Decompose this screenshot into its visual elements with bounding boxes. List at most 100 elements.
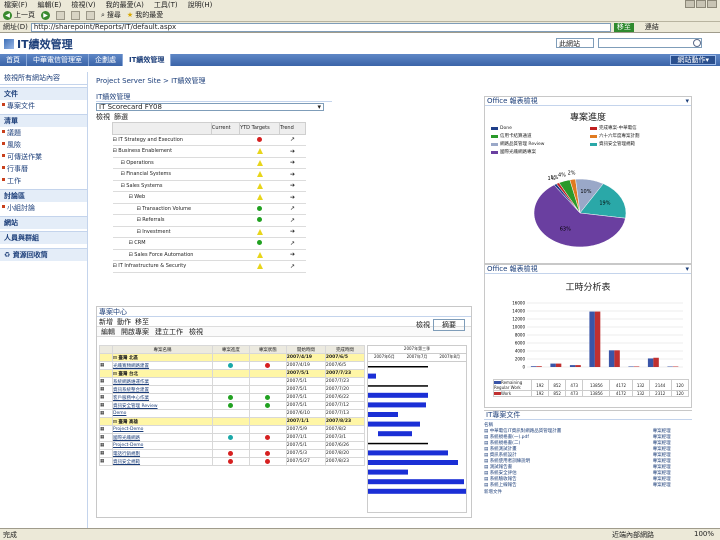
stop-icon[interactable] [56,10,65,20]
scorecard-view-button[interactable]: 檢視 [96,112,110,122]
scorecard-row[interactable]: ⊟ CRM ↗ [112,237,306,250]
gantt-bar[interactable] [368,450,448,456]
gantt-bar[interactable] [368,421,420,427]
back-button[interactable]: ◀ 上一頁 [3,10,35,20]
scorecard-select[interactable]: IT Scorecard FY08 ▾ [96,103,324,111]
gantt-bar[interactable] [368,469,408,475]
edit-project-button[interactable]: 編輯 [101,327,115,337]
scorecard-row[interactable]: ⊟ Sales Systems ➔ [112,180,306,192]
forward-arrow-icon[interactable]: ▶ [41,10,50,20]
build-team-button[interactable]: 建立工作 [155,327,183,337]
project-row[interactable]: ▦ Demo 2007/6/10 2007/7/13 [98,409,366,418]
project-name[interactable]: Project-Demo [114,443,144,448]
quick-launch-item[interactable]: 工作 [0,175,87,187]
quick-launch-item[interactable]: 風險 [0,139,87,151]
gantt-bar[interactable] [368,460,458,465]
address-input[interactable]: http://sharepoint/Reports/IT/default.asp… [30,22,611,32]
project-row[interactable]: ▦ 客戶服務中心作業 2007/5/1 2007/6/22 [98,393,366,402]
chevron-down-icon[interactable]: ▾ [685,265,689,273]
project-row[interactable]: ▦ 系統網路維運作業 2007/5/1 2007/7/23 [98,377,366,386]
gantt-bar[interactable] [368,488,466,494]
site-title[interactable]: IT績效管理 [17,36,73,52]
project-row[interactable]: ▦ 國際光纖網路 2007/1/1 2007/3/1 [98,433,366,442]
close-button[interactable] [707,0,717,8]
quick-launch-heading[interactable]: 人員與群組 [0,231,87,244]
recycle-bin-link[interactable]: ♻ 資源回收筒 [0,248,87,261]
quick-launch-heading[interactable]: 清單 [0,114,87,127]
project-name[interactable]: 資訊安全管理 Review [114,404,158,409]
actions-menu[interactable]: 動作 [117,317,131,327]
add-document-link[interactable]: 新增文件 [484,489,692,495]
quick-launch-item[interactable]: 議題 [0,127,87,139]
favorites-button[interactable]: ★ 我的最愛 [127,10,163,20]
quick-launch-heading[interactable]: 文件 [0,87,87,100]
view-all-content-link[interactable]: 檢視所有網站內容 [0,72,87,85]
project-name[interactable]: Demo [114,411,127,416]
project-name[interactable]: 光纖寬頻網路建置 [114,364,150,369]
doc-link[interactable]: 系統上線報告 [490,483,517,488]
quick-launch-item[interactable]: 專案文件 [0,100,87,112]
scorecard-row[interactable]: ⊟ Operations ➔ [112,157,306,169]
gantt-bar[interactable] [368,373,376,379]
project-name[interactable]: 資訊系統整合建置 [114,388,150,393]
project-name[interactable]: 資訊安全規範 [114,460,141,465]
go-button[interactable]: 移至 [613,22,634,32]
tab-it-performance[interactable]: IT績效管理 [123,54,172,66]
project-view-select[interactable]: 摘要 [433,319,465,331]
view-button[interactable]: 檢視 [189,327,203,337]
project-name[interactable]: 系統網路維運作業 [114,380,150,385]
project-name[interactable]: 電話行銷規劃 [114,452,141,457]
project-name[interactable]: Project-Demo [114,427,144,432]
quick-launch-heading[interactable]: 討論區 [0,189,87,202]
project-name[interactable]: 客戶服務中心作業 [114,396,150,401]
gantt-bar[interactable] [378,431,412,437]
site-actions-button[interactable]: 網站動作 ▾ [670,55,716,65]
gantt-bar[interactable] [368,412,398,417]
home-icon[interactable] [86,10,95,20]
project-group-row[interactable]: ⊟ 臺灣 高雄 2007/1/1 2007/8/23 [98,417,366,426]
zoom-level[interactable]: 100% [694,530,714,540]
scorecard-row[interactable]: ⊟ Business Enablement ➔ [112,145,306,158]
tab-planning[interactable]: 企劃處 [89,54,123,66]
scorecard-row[interactable]: ⊟ Transaction Volume ↗ [112,203,306,215]
minimize-button[interactable] [685,0,695,8]
gantt-bar[interactable] [368,392,428,398]
project-name[interactable]: 國際光纖網路 [114,436,141,441]
scorecard-row[interactable]: ⊟ Investment ➔ [112,226,306,238]
quick-launch-item[interactable]: 可傳送作業 [0,151,87,163]
scorecard-row[interactable]: ⊟ Web ➔ [112,191,306,204]
breadcrumb[interactable]: Project Server Site > IT績效管理 [96,76,205,86]
search-button[interactable]: ⌕ 搜尋 [101,10,121,20]
maximize-button[interactable] [696,0,706,8]
project-row[interactable]: ▦ Project-Demo 2007/5/1 2007/6/26 [98,441,366,450]
quick-launch-item[interactable]: 小組討論 [0,202,87,214]
project-row[interactable]: ▦ 資訊安全規範 2007/5/27 2007/8/23 [98,457,366,466]
scorecard-row[interactable]: ⊟ IT Strategy and Execution ↗ [112,134,306,146]
project-group-row[interactable]: ⊟ 臺灣 北區 2007/4/19 2007/6/5 [98,353,366,362]
scorecard-row[interactable]: ⊟ IT Infrastructure & Security ↗ [112,260,306,273]
project-row[interactable]: ▦ 資訊安全管理 Review 2007/5/1 2007/7/12 [98,401,366,410]
tab-home[interactable]: 首頁 [0,54,27,66]
open-project-button[interactable]: 開啟專案 [121,327,149,337]
site-search-input[interactable] [598,38,702,48]
goto-menu[interactable]: 移至 [135,317,149,327]
search-scope-select[interactable]: 此網站 [556,38,594,48]
search-go-icon[interactable] [693,39,701,47]
scorecard-row[interactable]: ⊟ Referrals ↗ [112,214,306,227]
scorecard-filter-button[interactable]: 篩選 [114,112,128,122]
project-row[interactable]: ▦ 電話行銷規劃 2007/5/3 2007/8/20 [98,449,366,458]
quick-launch-heading[interactable]: 網站 [0,216,87,229]
gantt-bar[interactable] [368,402,426,408]
gantt-bar[interactable] [368,479,464,485]
tab-cht-management[interactable]: 中華電信管理室 [27,54,89,66]
project-row[interactable]: ▦ Project-Demo 2007/5/9 2007/8/2 [98,425,366,434]
new-menu[interactable]: 新增 [99,317,113,327]
quick-launch-item[interactable]: 行事曆 [0,163,87,175]
project-row[interactable]: ▦ 資訊系統整合建置 2007/5/1 2007/7/20 [98,385,366,394]
scorecard-row[interactable]: ⊟ Sales Force Automation ➔ [112,249,306,261]
project-row[interactable]: ▦ 光纖寬頻網路建置 2007/4/19 2007/6/5 [98,361,366,370]
project-group-row[interactable]: ⊟ 臺灣 台北 2007/5/1 2007/7/23 [98,369,366,378]
doc-row[interactable]: ▤ 系統上線報告 專案經理 [484,482,692,488]
links-button[interactable]: 連結 [645,22,659,32]
scorecard-row[interactable]: ⊟ Financial Systems ➔ [112,168,306,181]
